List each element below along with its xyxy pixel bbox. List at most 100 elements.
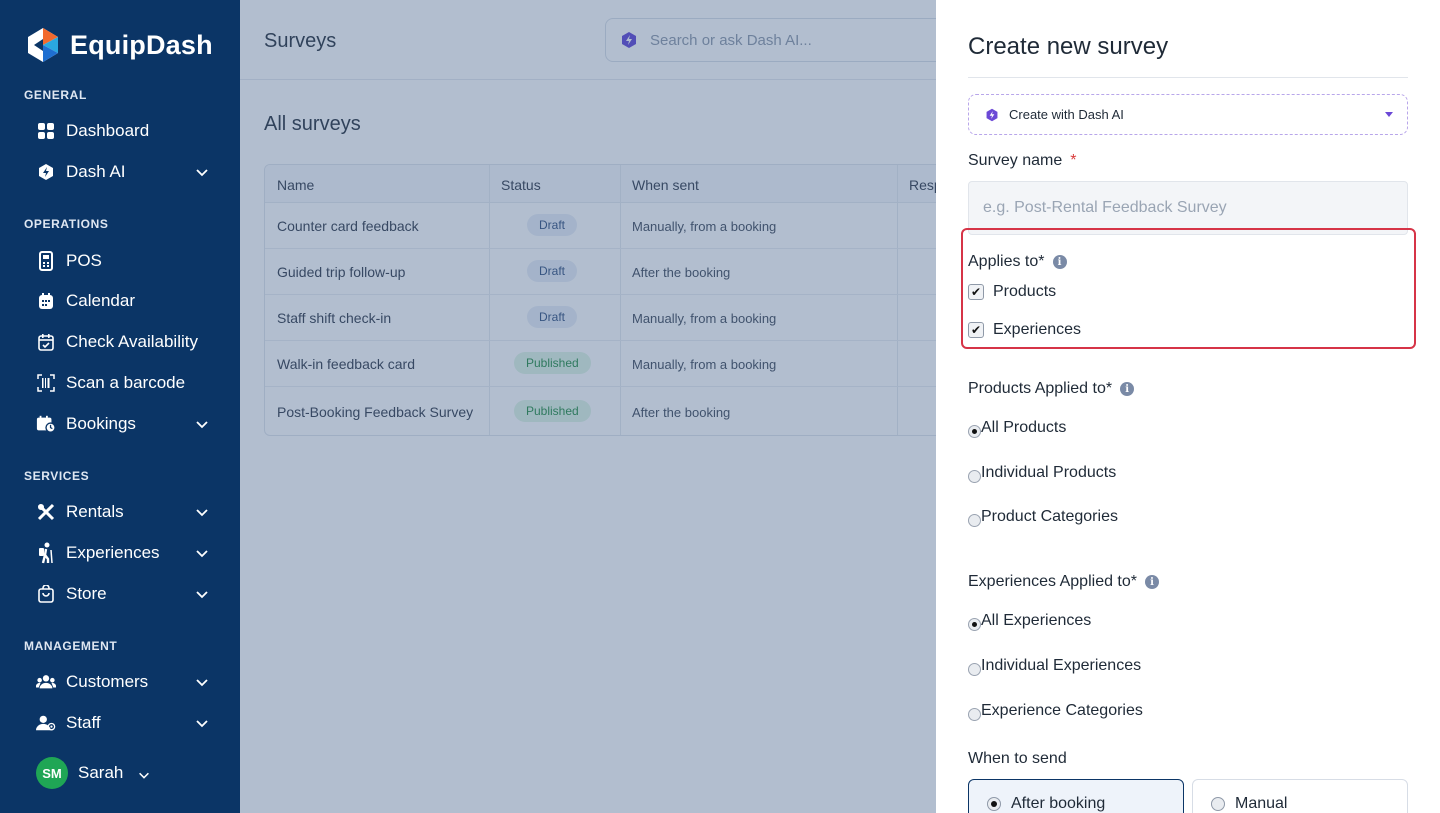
chevron-down-icon (196, 720, 208, 728)
sidebar-item-label: Dashboard (66, 121, 150, 140)
info-icon[interactable]: i (1052, 255, 1067, 269)
section-general: GENERAL (24, 88, 87, 102)
grid-icon (36, 121, 56, 141)
brand-name: EquipDash (70, 29, 213, 60)
send-option-after-booking[interactable]: After booking (968, 779, 1184, 813)
label-text: Applies to* (968, 253, 1045, 270)
chevron-down-icon (196, 421, 208, 429)
radio-individual-experiences[interactable]: Individual Experiences (968, 655, 1141, 676)
sidebar-item-check-availability[interactable]: Check Availability (36, 327, 216, 357)
user-menu[interactable]: SM Sarah (36, 757, 151, 789)
sidebar-item-label: Customers (66, 672, 149, 691)
section-operations: OPERATIONS (24, 217, 109, 231)
brand-logo[interactable]: EquipDash (24, 26, 213, 64)
barcode-icon (36, 373, 56, 393)
checkbox-checked-icon[interactable]: ✔ (968, 322, 984, 338)
when-to-send-label: When to send (968, 750, 1067, 767)
drawer-title: Create new survey (968, 33, 1169, 60)
products-applied-label: Products Applied to* i (968, 380, 1135, 398)
sidebar-item-bookings[interactable]: Bookings (36, 409, 216, 439)
option-label: After booking (1011, 795, 1106, 812)
checkbox-experiences[interactable]: ✔ Experiences (968, 321, 1081, 339)
input-placeholder: e.g. Post-Rental Feedback Survey (983, 199, 1227, 216)
checkbox-products[interactable]: ✔ Products (968, 283, 1056, 301)
sidebar-item-dashboard[interactable]: Dashboard (36, 116, 216, 146)
radio-button[interactable] (968, 425, 981, 438)
sidebar-item-rentals[interactable]: Rentals (36, 497, 216, 527)
radio-button[interactable] (968, 514, 981, 527)
label-text: Experiences Applied to* (968, 573, 1137, 590)
sidebar-item-experiences[interactable]: Experiences (36, 538, 216, 568)
pos-terminal-icon (36, 251, 56, 271)
radio-label: Individual Experiences (981, 656, 1142, 674)
chevron-down-icon (196, 169, 208, 177)
checkbox-label: Experiences (993, 321, 1082, 338)
sidebar-item-label: Rentals (66, 502, 124, 521)
chevron-down-icon (196, 679, 208, 687)
info-icon[interactable]: i (1120, 382, 1135, 396)
sidebar-item-calendar[interactable]: Calendar (36, 286, 216, 316)
radio-button[interactable] (968, 708, 981, 721)
sidebar-item-customers[interactable]: Customers (36, 667, 216, 697)
create-with-ai-dropdown[interactable]: Create with Dash AI (968, 94, 1408, 135)
radio-label: Individual Products (981, 463, 1117, 481)
staff-icon (36, 713, 56, 733)
section-services: SERVICES (24, 469, 90, 483)
caret-down-icon (1385, 112, 1393, 117)
radio-label: All Products (981, 418, 1067, 436)
bookings-icon (36, 414, 56, 434)
chevron-down-icon (196, 591, 208, 599)
send-option-manual[interactable]: Manual (1192, 779, 1408, 813)
user-name: Sarah (78, 763, 124, 782)
survey-name-label: Survey name * (968, 152, 1077, 170)
sidebar-item-label: Calendar (66, 291, 135, 310)
calendar-icon (36, 291, 56, 311)
sidebar-item-label: Store (66, 584, 107, 603)
label-text: Products Applied to* (968, 380, 1113, 397)
sidebar-item-label: Scan a barcode (66, 373, 186, 392)
shopping-bag-icon (36, 584, 56, 604)
avatar: SM (36, 757, 68, 789)
equipdash-logo-icon (28, 28, 58, 62)
required-marker: * (1070, 152, 1077, 169)
sidebar: EquipDash GENERAL Dashboard Dash AI OPER… (0, 0, 240, 813)
sidebar-item-staff[interactable]: Staff (36, 708, 216, 738)
sidebar-item-store[interactable]: Store (36, 579, 216, 609)
chevron-down-icon (196, 509, 208, 517)
radio-all-experiences[interactable]: All Experiences (968, 610, 1091, 631)
radio-all-products[interactable]: All Products (968, 417, 1066, 438)
sidebar-item-scan-barcode[interactable]: Scan a barcode (36, 368, 216, 398)
survey-name-input[interactable]: e.g. Post-Rental Feedback Survey (968, 181, 1408, 235)
sidebar-item-label: Staff (66, 713, 101, 732)
create-survey-drawer: Create new survey Create with Dash AI Su… (936, 0, 1440, 813)
radio-individual-products[interactable]: Individual Products (968, 462, 1116, 483)
divider (968, 77, 1408, 78)
sidebar-item-label: Dash AI (66, 162, 126, 181)
radio-button[interactable] (968, 663, 981, 676)
radio-label: Product Categories (981, 507, 1118, 525)
chevron-down-icon (196, 550, 208, 558)
radio-button[interactable] (968, 618, 981, 631)
sidebar-item-label: Bookings (66, 414, 136, 433)
sidebar-item-pos[interactable]: POS (36, 246, 216, 276)
modal-backdrop[interactable] (240, 0, 936, 813)
applies-to-label: Applies to* i (968, 253, 1067, 271)
sidebar-item-dash-ai[interactable]: Dash AI (36, 157, 216, 187)
users-icon (36, 672, 56, 692)
section-management: MANAGEMENT (24, 639, 118, 653)
dropdown-label: Create with Dash AI (1009, 107, 1124, 122)
ai-shield-icon (36, 162, 56, 182)
radio-label: Experience Categories (981, 701, 1143, 719)
radio-button[interactable] (1211, 797, 1225, 811)
chevron-down-icon (139, 772, 150, 779)
checkbox-label: Products (993, 283, 1057, 300)
checkbox-checked-icon[interactable]: ✔ (968, 284, 984, 300)
dash-ai-icon (986, 108, 998, 121)
experiences-applied-label: Experiences Applied to* i (968, 573, 1159, 591)
info-icon[interactable]: i (1145, 575, 1159, 589)
radio-product-categories[interactable]: Product Categories (968, 506, 1118, 527)
radio-button[interactable] (987, 797, 1001, 811)
radio-button[interactable] (968, 470, 981, 483)
hiker-icon (36, 542, 56, 564)
radio-experience-categories[interactable]: Experience Categories (968, 700, 1143, 721)
